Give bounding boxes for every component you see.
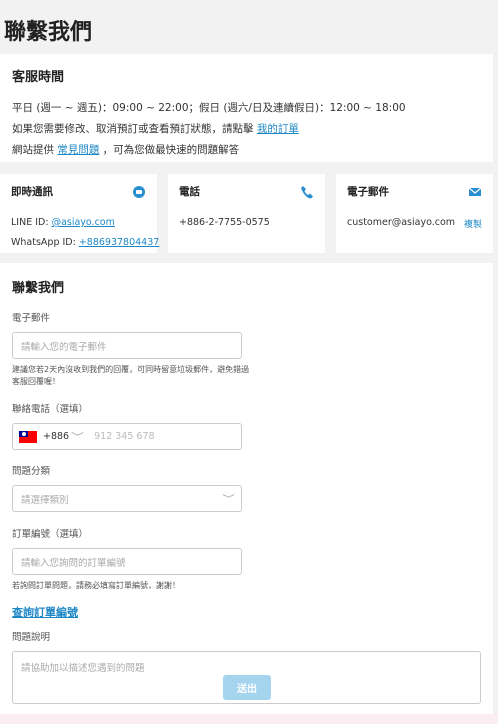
email-field[interactable]: 請輸入您的電子郵件 — [12, 332, 242, 359]
service-hours-card: 客服時間 平日 (週一 ~ 週五)：09:00 ~ 22:00；假日 (週六/日… — [0, 54, 493, 162]
faq-suffix: ，可為您做最快速的問題解答 — [99, 144, 240, 156]
whatsapp-link[interactable]: +886937804437 — [79, 237, 160, 248]
chevron-down-icon[interactable]: ﹀ — [71, 430, 84, 443]
submit-button[interactable]: 送出 — [223, 675, 271, 700]
service-hours-text: 平日 (週一 ~ 週五)：09:00 ~ 22:00；假日 (週六/日及連續假日… — [12, 102, 406, 114]
order-hint: 若詢問訂單問題，請務必填寫訂單編號，謝謝！ — [12, 581, 180, 590]
order-field-label: 訂單編號（選填） — [12, 529, 89, 540]
phone-field: +886 ﹀ 912 345 678 — [12, 423, 242, 450]
order-number-field[interactable]: 請輸入您詢問的訂單編號 — [12, 548, 242, 575]
email-hint: 建議您若2天內沒收到我們的回覆，可同時留意垃圾郵件，避免錯過客服回覆喔！ — [12, 365, 250, 386]
page-title: 聯繫我們 — [4, 20, 93, 45]
mail-icon — [468, 185, 482, 199]
phone-icon — [300, 185, 314, 199]
email-address: customer@asiayo.com — [347, 217, 456, 228]
email-card: 電子郵件 customer@asiayo.com 複製 — [336, 174, 493, 253]
line-id-label: LINE ID: — [11, 217, 52, 228]
service-hours-heading: 客服時間 — [12, 70, 65, 85]
country-code[interactable]: +886 — [43, 431, 69, 442]
contact-form-card: 聯繫我們 電子郵件 請輸入您的電子郵件 建議您若2天內沒收到我們的回覆，可同時留… — [0, 263, 493, 714]
faq-prefix: 網站提供 — [12, 144, 58, 156]
instant-message-heading: 即時通訊 — [11, 186, 53, 198]
phone-field-label: 聯絡電話（選填） — [12, 404, 89, 415]
category-field-label: 問題分類 — [12, 466, 51, 477]
phone-card: 電話 +886-2-7755-0575 — [168, 174, 325, 253]
category-select[interactable]: 請選擇類別 ﹀ — [12, 485, 242, 512]
phone-input[interactable]: 912 345 678 — [94, 431, 154, 442]
description-field-label: 問題說明 — [12, 632, 51, 643]
phone-number: +886-2-7755-0575 — [179, 217, 270, 228]
taiwan-flag-icon[interactable] — [19, 430, 37, 443]
instant-message-card: 即時通訊 LINE ID: @asiayo.com WhatsApp ID: +… — [0, 174, 159, 253]
whatsapp-row: WhatsApp ID: +886937804437 — [11, 233, 159, 253]
line-id-link[interactable]: @asiayo.com — [52, 217, 115, 228]
whatsapp-label: WhatsApp ID: — [11, 237, 79, 248]
bottom-strip — [0, 714, 498, 724]
email-field-label: 電子郵件 — [12, 313, 51, 324]
line-id-row: LINE ID: @asiayo.com — [11, 213, 146, 233]
copy-email-button[interactable]: 複製 — [464, 217, 482, 230]
chat-icon — [132, 185, 146, 199]
category-placeholder: 請選擇類別 — [21, 494, 69, 506]
manage-booking-prefix: 如果您需要修改、取消預訂或查看預訂狀態，請點擊 — [12, 123, 257, 135]
query-order-number-link[interactable]: 查詢訂單編號 — [12, 604, 78, 620]
email-heading: 電子郵件 — [347, 186, 389, 198]
contact-form-heading: 聯繫我們 — [12, 281, 65, 296]
my-orders-link[interactable]: 我的訂單 — [257, 123, 299, 135]
manage-booking-text: 如果您需要修改、取消預訂或查看預訂狀態，請點擊 我的訂單 — [12, 119, 481, 140]
faq-text: 網站提供 常見問題 ，可為您做最快速的問題解答 — [12, 140, 481, 161]
phone-heading: 電話 — [179, 186, 200, 198]
chevron-down-icon: ﹀ — [222, 495, 235, 505]
faq-link[interactable]: 常見問題 — [57, 144, 99, 156]
